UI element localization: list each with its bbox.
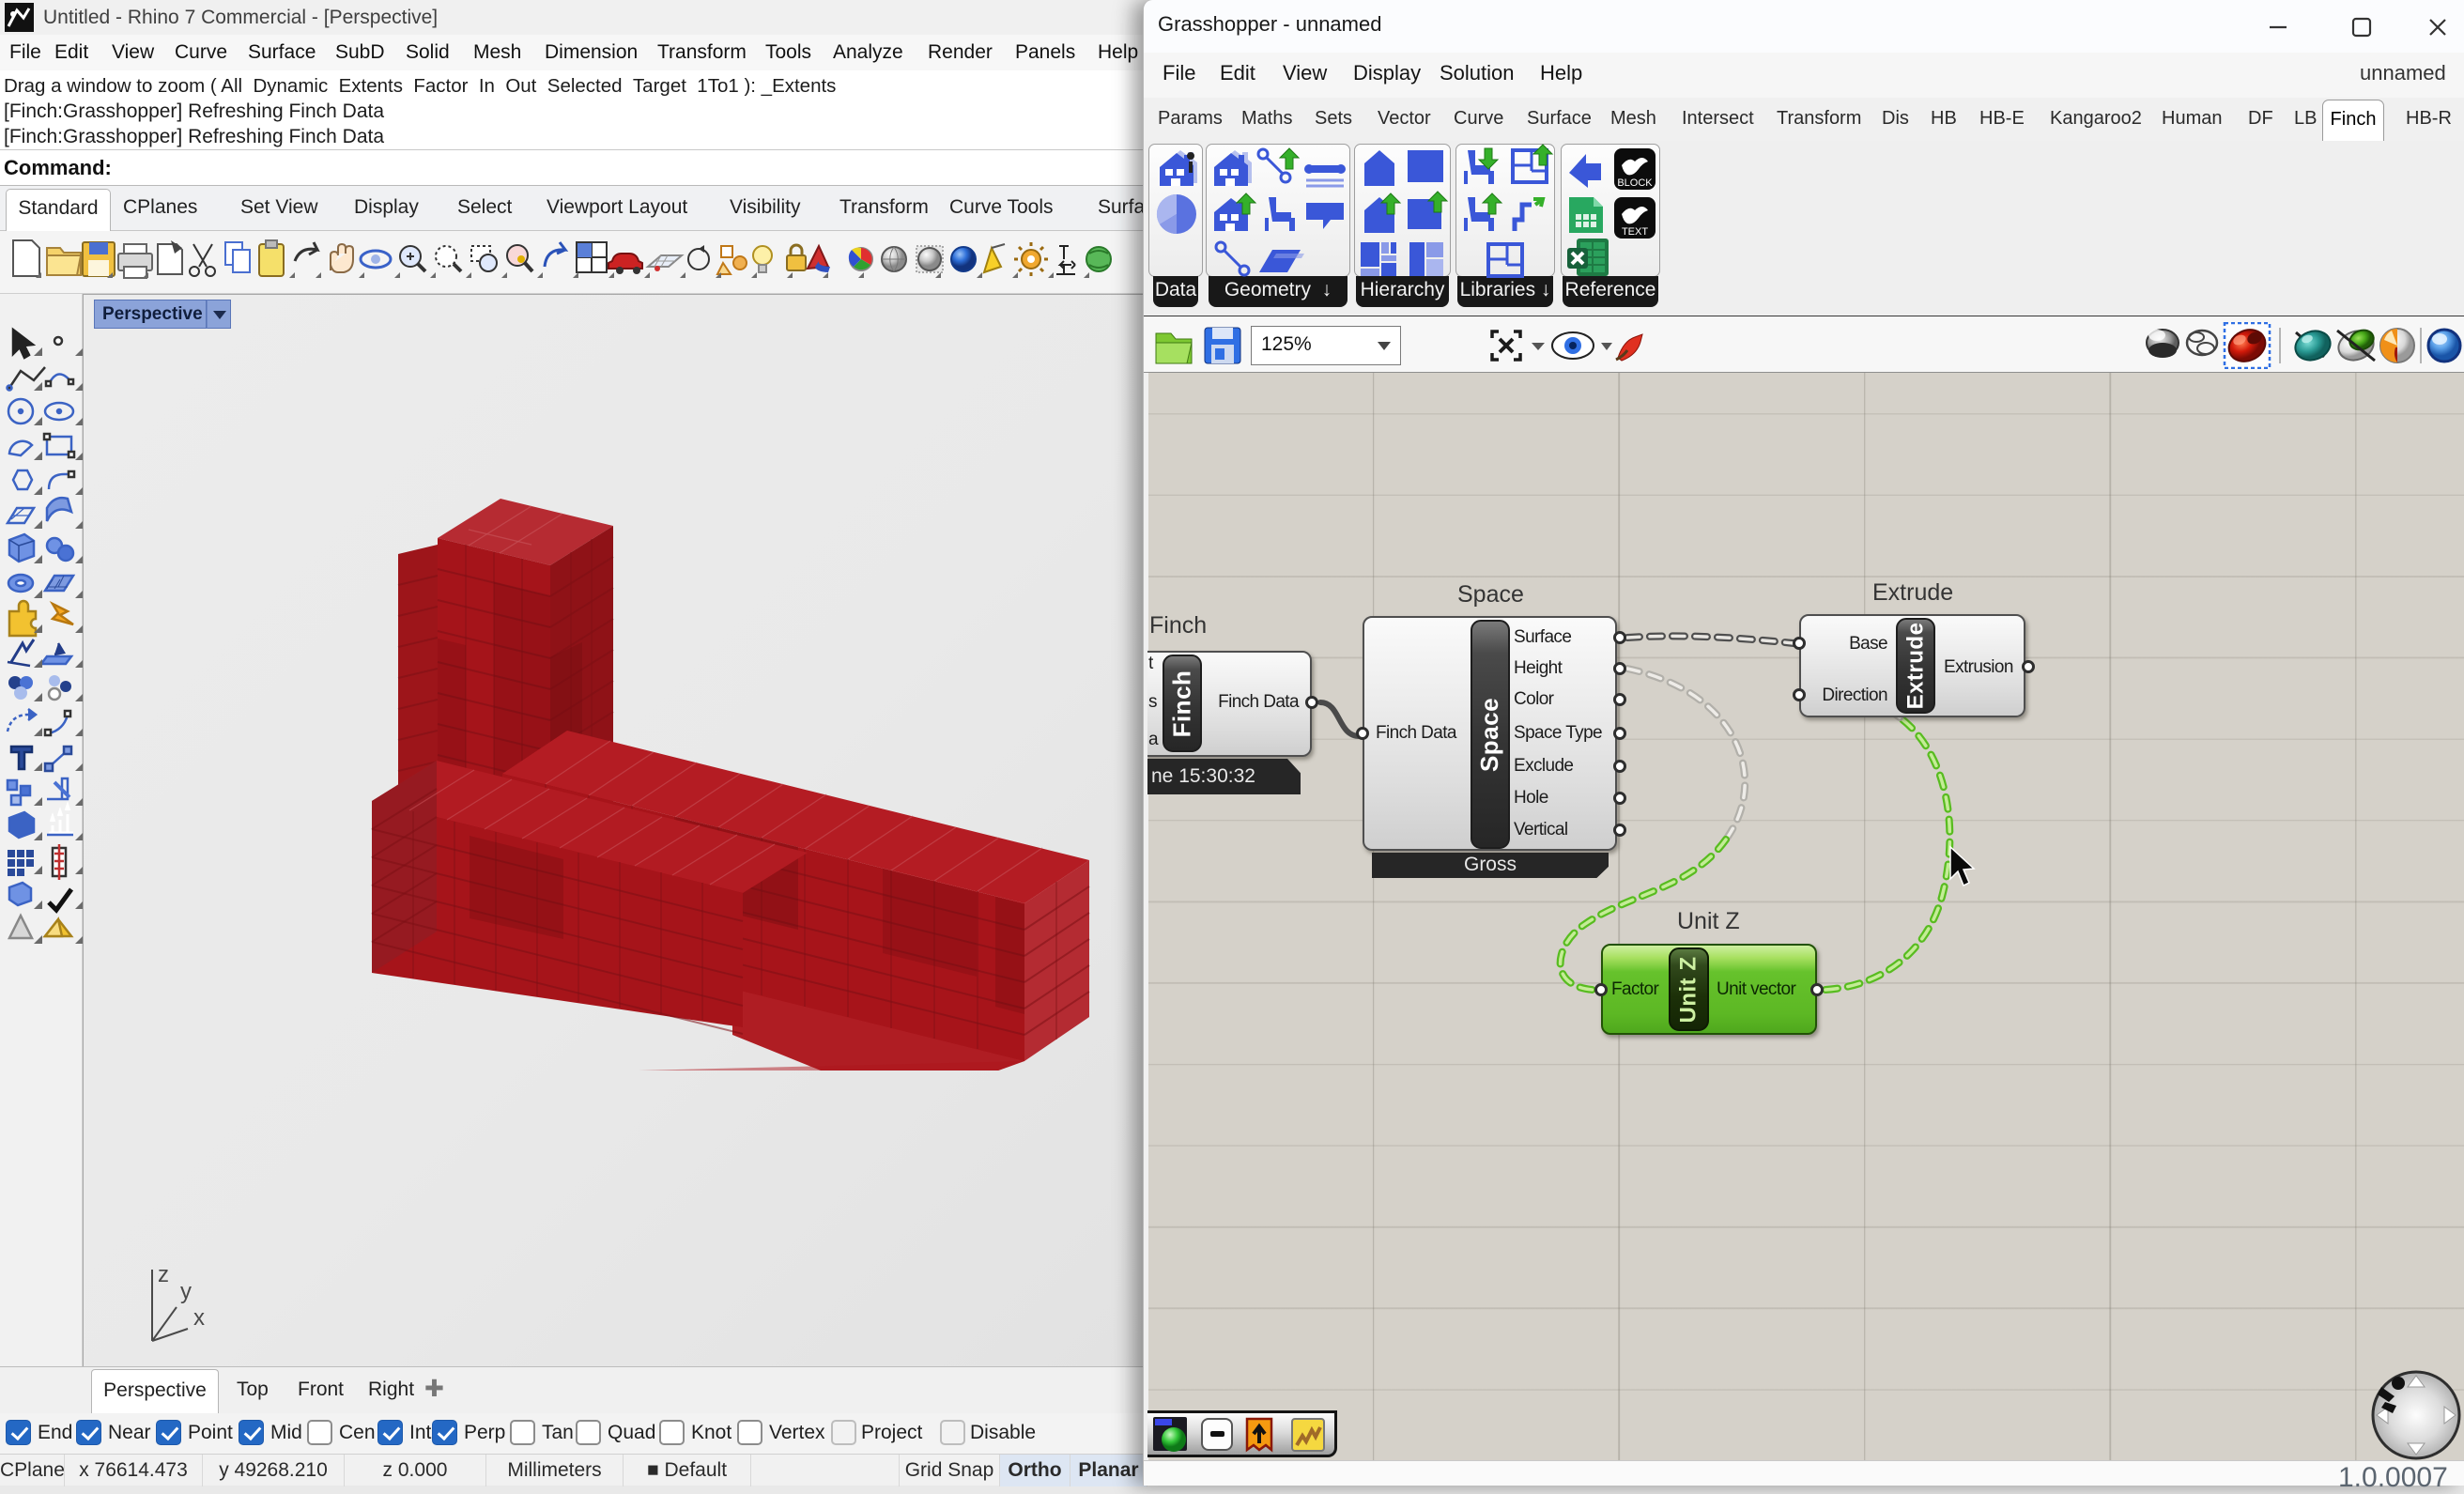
svg-text:z: z [158, 1262, 169, 1287]
svg-text:BLOCK: BLOCK [1617, 177, 1653, 189]
svg-text:x: x [193, 1305, 205, 1331]
svg-text:y: y [180, 1279, 192, 1304]
svg-text:TEXT: TEXT [1622, 226, 1648, 238]
